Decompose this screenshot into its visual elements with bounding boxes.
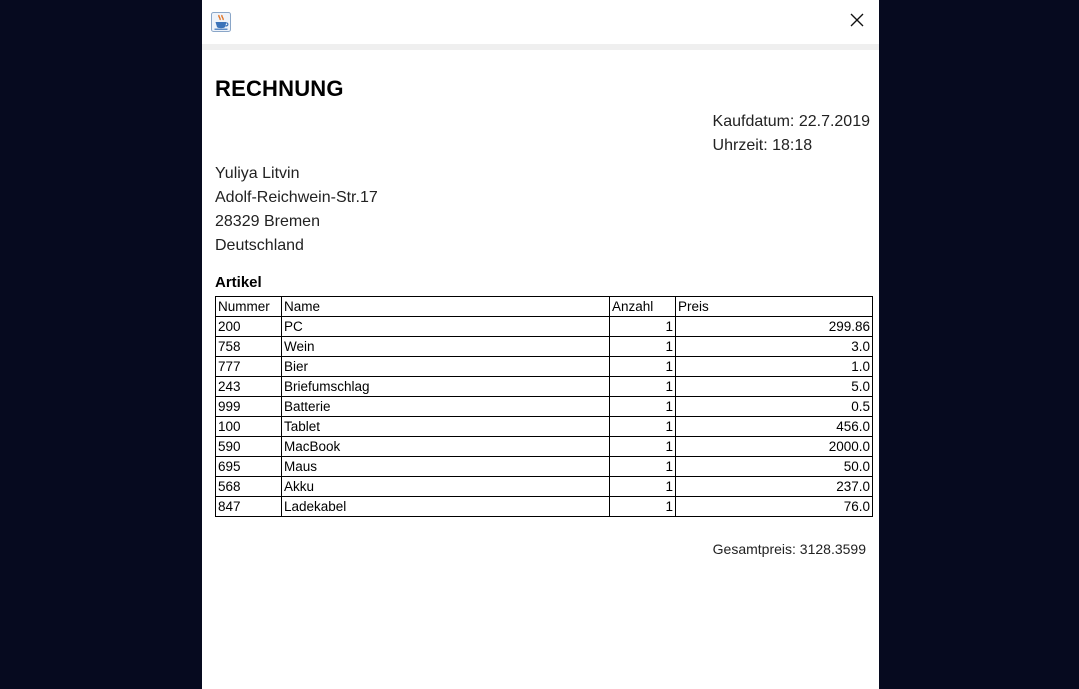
cell-anzahl: 1 (609, 356, 676, 377)
cell-name: Ladekabel (281, 496, 610, 517)
cell-name: Akku (281, 476, 610, 497)
cell-name: PC (281, 316, 610, 337)
table-row[interactable]: 847 Ladekabel 1 76.0 (215, 496, 873, 517)
cell-anzahl: 1 (609, 316, 676, 337)
cell-name: Maus (281, 456, 610, 477)
customer-street: Adolf-Reichwein-Str.17 (215, 189, 378, 206)
cell-nummer: 758 (215, 336, 282, 357)
cell-anzahl: 1 (609, 416, 676, 437)
cell-anzahl: 1 (609, 476, 676, 497)
table-row[interactable]: 999 Batterie 1 0.5 (215, 396, 873, 417)
close-icon (849, 12, 865, 33)
invoice-heading: RECHNUNG (215, 76, 344, 101)
customer-country: Deutschland (215, 237, 304, 254)
cell-nummer: 695 (215, 456, 282, 477)
cell-nummer: 777 (215, 356, 282, 377)
cell-preis: 1.0 (675, 356, 873, 377)
cell-name: Batterie (281, 396, 610, 417)
cell-preis: 0.5 (675, 396, 873, 417)
cell-nummer: 100 (215, 416, 282, 437)
cell-name: Tablet (281, 416, 610, 437)
table-row[interactable]: 758 Wein 1 3.0 (215, 336, 873, 357)
cell-preis: 237.0 (675, 476, 873, 497)
cell-anzahl: 1 (609, 436, 676, 457)
column-header-name[interactable]: Name (281, 296, 610, 317)
cell-preis: 456.0 (675, 416, 873, 437)
table-row[interactable]: 590 MacBook 1 2000.0 (215, 436, 873, 457)
cell-name: Wein (281, 336, 610, 357)
articles-table-body: 200 PC 1 299.86 758 Wein 1 3.0 777 Bier 1 1.0 243 Bri… (215, 316, 873, 517)
cell-nummer: 999 (215, 396, 282, 417)
close-button[interactable] (835, 0, 879, 44)
articles-title: Artikel (215, 274, 262, 291)
cell-name: Bier (281, 356, 610, 377)
purchase-time: Uhrzeit: 18:18 (712, 137, 813, 154)
customer-address: Yuliya Litvin Adolf-Reichwein-Str.17 283… (215, 162, 378, 258)
invoice-content: RECHNUNG Kaufdatum: 22.7.2019 Uhrzeit: 1… (202, 50, 879, 689)
cell-anzahl: 1 (609, 496, 676, 517)
table-row[interactable]: 568 Akku 1 237.0 (215, 476, 873, 497)
purchase-meta: Kaufdatum: 22.7.2019 Uhrzeit: 18:18 (713, 110, 870, 158)
table-row[interactable]: 200 PC 1 299.86 (215, 316, 873, 337)
cell-preis: 3.0 (675, 336, 873, 357)
cell-nummer: 200 (215, 316, 282, 337)
total-price: Gesamtpreis: 3128.3599 (712, 541, 866, 557)
cell-preis: 2000.0 (675, 436, 873, 457)
cell-name: MacBook (281, 436, 610, 457)
column-header-anzahl[interactable]: Anzahl (609, 296, 676, 317)
cell-preis: 76.0 (675, 496, 873, 517)
column-header-preis[interactable]: Preis (675, 296, 873, 317)
table-row[interactable]: 100 Tablet 1 456.0 (215, 416, 873, 437)
table-row[interactable]: 243 Briefumschlag 1 5.0 (215, 376, 873, 397)
invoice-window: RECHNUNG Kaufdatum: 22.7.2019 Uhrzeit: 1… (202, 0, 879, 689)
title-bar (202, 0, 879, 44)
cell-nummer: 590 (215, 436, 282, 457)
cell-anzahl: 1 (609, 376, 676, 397)
cell-anzahl: 1 (609, 396, 676, 417)
cell-nummer: 568 (215, 476, 282, 497)
cell-anzahl: 1 (609, 456, 676, 477)
customer-city: 28329 Bremen (215, 213, 320, 230)
cell-nummer: 847 (215, 496, 282, 517)
cell-nummer: 243 (215, 376, 282, 397)
cell-preis: 299.86 (675, 316, 873, 337)
table-row[interactable]: 695 Maus 1 50.0 (215, 456, 873, 477)
cell-preis: 5.0 (675, 376, 873, 397)
table-row[interactable]: 777 Bier 1 1.0 (215, 356, 873, 377)
purchase-date: Kaufdatum: 22.7.2019 (712, 113, 870, 130)
cell-anzahl: 1 (609, 336, 676, 357)
customer-name: Yuliya Litvin (215, 165, 300, 182)
java-cup-icon (211, 12, 231, 32)
cell-name: Briefumschlag (281, 376, 610, 397)
cell-preis: 50.0 (675, 456, 873, 477)
articles-table: Nummer Name Anzahl Preis 200 PC 1 299.86 758… (215, 296, 873, 517)
column-header-nummer[interactable]: Nummer (215, 296, 282, 317)
table-header-row: Nummer Name Anzahl Preis (215, 296, 873, 317)
